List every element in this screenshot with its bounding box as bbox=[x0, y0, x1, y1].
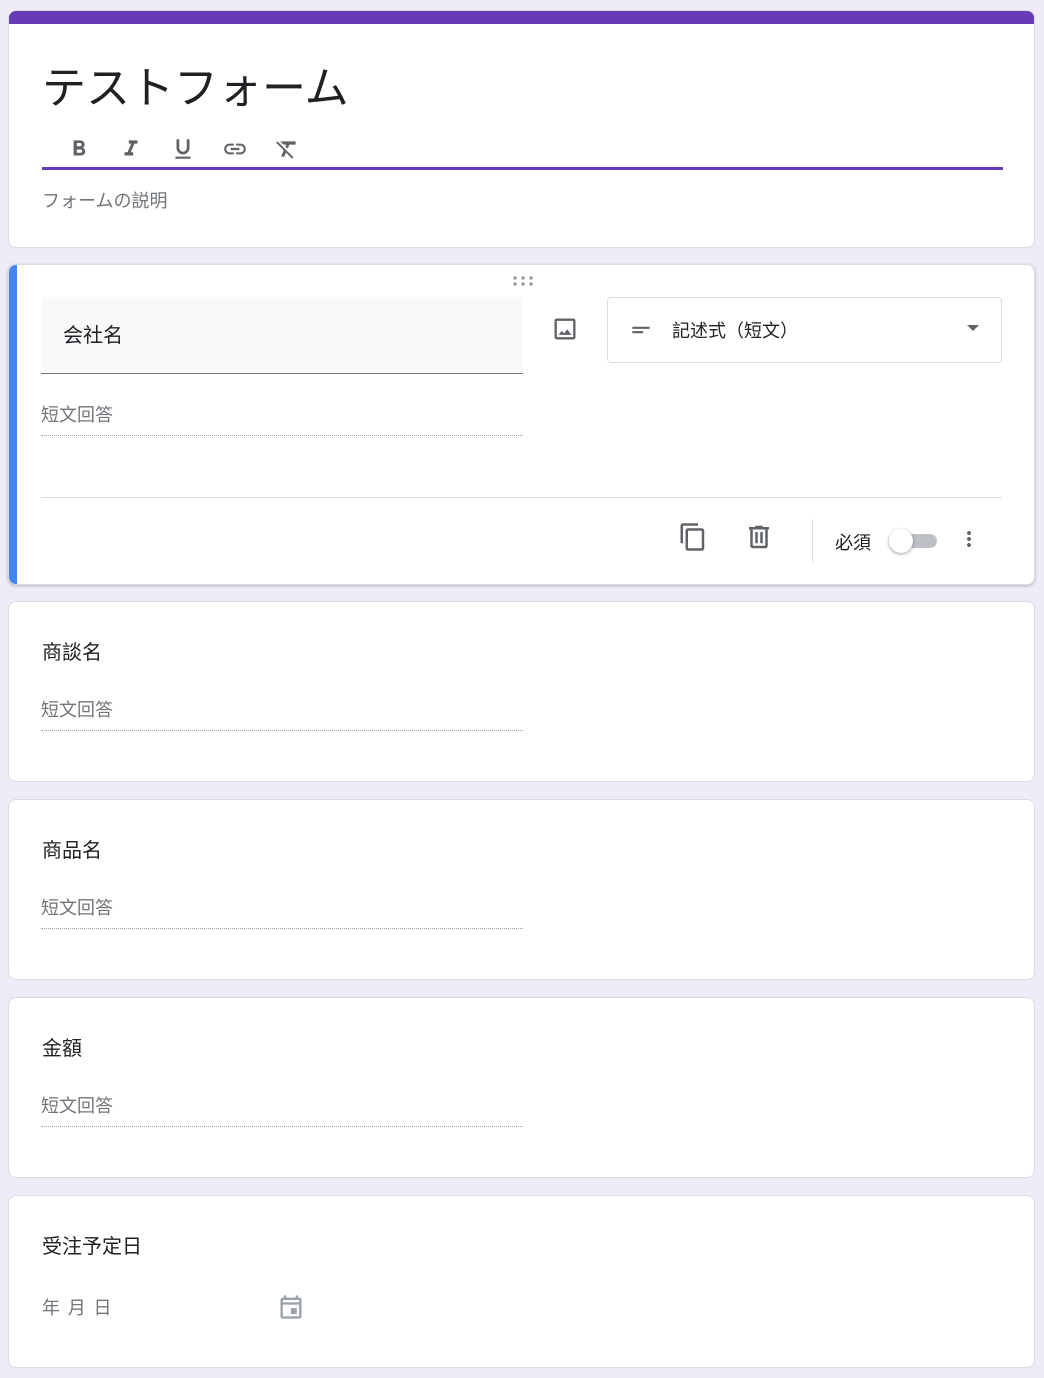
question-card[interactable]: 受注予定日 年 月 日 bbox=[8, 1195, 1035, 1368]
more-options-icon[interactable] bbox=[957, 523, 981, 555]
question-title: 受注予定日 bbox=[42, 1234, 142, 1258]
add-image-icon[interactable] bbox=[549, 313, 581, 345]
short-answer-placeholder: 短文回答 bbox=[41, 696, 523, 731]
calendar-icon bbox=[280, 1295, 302, 1319]
form-title-card: テストフォーム フォームの説明 bbox=[8, 10, 1035, 248]
delete-icon[interactable] bbox=[743, 521, 775, 553]
short-answer-placeholder: 短文回答 bbox=[41, 894, 523, 929]
bold-icon[interactable] bbox=[53, 131, 105, 167]
form-accent-bar bbox=[9, 11, 1034, 24]
short-answer-placeholder: 短文回答 bbox=[41, 401, 523, 436]
form-title-text: テストフォーム bbox=[42, 63, 349, 114]
question-title: 商品名 bbox=[42, 838, 102, 862]
dropdown-arrow-icon bbox=[967, 325, 979, 331]
footer-vertical-divider bbox=[812, 519, 813, 563]
format-toolbar bbox=[53, 131, 313, 167]
question-title: 金額 bbox=[42, 1036, 82, 1060]
question-card[interactable]: 商品名 短文回答 bbox=[8, 799, 1035, 980]
short-text-icon bbox=[632, 326, 650, 334]
active-indicator-bar bbox=[9, 265, 17, 584]
question-type-select[interactable]: 記述式（短文） bbox=[607, 297, 1002, 363]
duplicate-icon[interactable] bbox=[677, 521, 709, 553]
required-toggle[interactable] bbox=[889, 529, 937, 553]
question-type-label: 記述式（短文） bbox=[672, 321, 798, 342]
clear-format-icon[interactable] bbox=[261, 131, 313, 167]
link-icon[interactable] bbox=[209, 131, 261, 167]
italic-icon[interactable] bbox=[105, 131, 157, 167]
footer-divider bbox=[41, 497, 1002, 498]
question-title: 商談名 bbox=[42, 640, 102, 664]
short-answer-placeholder: 短文回答 bbox=[41, 1092, 523, 1127]
drag-handle-icon[interactable] bbox=[511, 275, 535, 287]
question-card-active[interactable]: 会社名 記述式（短文） 短文回答 必須 bbox=[8, 264, 1035, 585]
toggle-knob bbox=[889, 529, 913, 553]
question-title-input[interactable]: 会社名 bbox=[41, 297, 523, 374]
underline-icon[interactable] bbox=[157, 131, 209, 167]
question-card[interactable]: 商談名 短文回答 bbox=[8, 601, 1035, 782]
required-label: 必須 bbox=[835, 533, 871, 554]
question-card[interactable]: 金額 短文回答 bbox=[8, 997, 1035, 1178]
date-placeholder: 年 月 日 bbox=[42, 1298, 113, 1319]
form-description-input[interactable]: フォームの説明 bbox=[42, 187, 167, 213]
